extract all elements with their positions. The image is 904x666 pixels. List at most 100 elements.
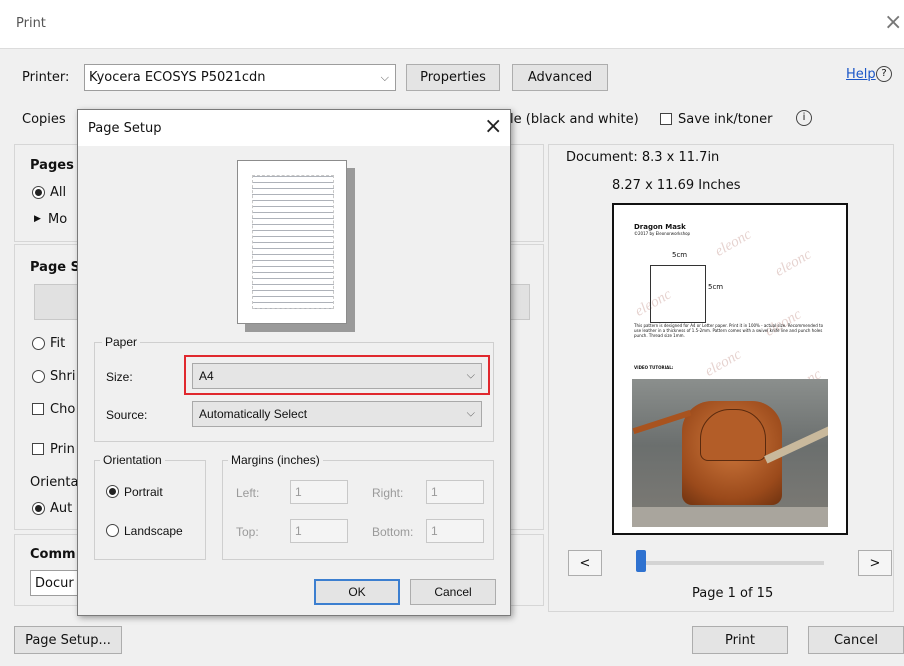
satchel-flap (700, 409, 766, 461)
page-sizing-label: Page S (30, 260, 80, 275)
choose-source-label: Cho (50, 402, 76, 417)
shrink-label: Shri (50, 369, 76, 384)
right-margin-label: Right: (372, 486, 404, 500)
cancel-label: Cancel (833, 632, 879, 648)
chevron-down-icon: ⌵ (466, 407, 475, 420)
all-label: All (50, 185, 67, 200)
fit-label: Fit (50, 336, 66, 351)
top-margin-field[interactable]: 1 (290, 519, 348, 543)
properties-button[interactable]: Properties (406, 64, 500, 91)
portrait-label: Portrait (124, 485, 163, 499)
bottom-margin-label: Bottom: (372, 525, 414, 539)
wood-base (632, 507, 828, 527)
choose-source-checkbox[interactable] (32, 403, 44, 415)
doc-text: This pattern is designed for A4 or Lette… (634, 323, 824, 338)
landscape-label: Landscape (124, 524, 183, 538)
info-icon[interactable]: i (796, 110, 812, 126)
shrink-radio[interactable] (32, 370, 45, 383)
dialog-title-bar: Page Setup × (78, 110, 510, 146)
top-margin-value: 1 (295, 524, 302, 538)
more-options-icon[interactable]: ▶ (34, 214, 41, 224)
source-value: Automatically Select (199, 407, 308, 421)
printer-select[interactable]: Kyocera ECOSYS P5021cdn ⌵ (84, 64, 396, 91)
auto-orientation-label: Aut (50, 501, 73, 516)
chevron-down-icon: ⌵ (380, 70, 389, 84)
watermark: eleonc (772, 246, 815, 280)
left-margin-field[interactable]: 1 (290, 480, 348, 504)
advanced-button[interactable]: Advanced (512, 64, 608, 91)
help-link[interactable]: Help (846, 67, 876, 82)
left-margin-label: Left: (236, 486, 260, 500)
page-status: Page 1 of 15 (692, 586, 774, 601)
portrait-radio[interactable] (106, 485, 119, 498)
all-radio[interactable] (32, 186, 45, 199)
page-setup-button[interactable]: Page Setup... (14, 626, 122, 654)
next-page-button[interactable]: > (858, 550, 892, 576)
doc-subtitle: ©2017 by Eleonorworkshop (634, 231, 691, 236)
page-thumbnail (237, 160, 347, 324)
pattern-square (650, 265, 706, 323)
print-button[interactable]: Print (692, 626, 788, 654)
watermark: eleonc (712, 226, 755, 260)
printer-value: Kyocera ECOSYS P5021cdn (89, 70, 266, 85)
ok-button[interactable]: OK (314, 579, 400, 605)
comments-label: Comm (30, 547, 76, 562)
cancel-button[interactable]: Cancel (808, 626, 904, 654)
orientation-group (94, 460, 206, 560)
grayscale-label: le (black and white) (510, 112, 639, 127)
booklet-button[interactable] (508, 284, 530, 320)
right-margin-field[interactable]: 1 (426, 480, 484, 504)
dialog-cancel-label: Cancel (434, 585, 472, 599)
top-margin-label: Top: (236, 525, 259, 539)
print-label: Print (725, 632, 755, 648)
orientation-group-label: Orientation (100, 453, 165, 467)
auto-orientation-radio[interactable] (32, 502, 45, 515)
paper-group-label: Paper (102, 335, 141, 349)
print-on-both-label: Prin (50, 442, 75, 457)
advanced-label: Advanced (527, 70, 593, 85)
properties-label: Properties (420, 70, 486, 85)
bottom-margin-value: 1 (431, 524, 438, 538)
size-highlight (184, 355, 490, 395)
dialog-cancel-button[interactable]: Cancel (410, 579, 496, 605)
close-icon[interactable]: × (884, 10, 902, 35)
dialog-title: Page Setup (88, 121, 162, 136)
right-margin-value: 1 (431, 485, 438, 499)
fit-radio[interactable] (32, 337, 45, 350)
printer-label: Printer: (22, 70, 70, 85)
prev-page-button[interactable]: < (568, 550, 602, 576)
source-select[interactable]: Automatically Select ⌵ (192, 401, 482, 427)
print-on-both-checkbox[interactable] (32, 443, 44, 455)
source-label: Source: (106, 408, 148, 422)
ok-label: OK (348, 585, 366, 599)
left-margin-value: 1 (295, 485, 302, 499)
paper-size-label: 8.27 x 11.69 Inches (612, 178, 741, 193)
save-ink-checkbox[interactable] (660, 113, 672, 125)
dim-top-label: 5cm (672, 251, 688, 259)
margins-group-label: Margins (inches) (228, 453, 323, 467)
help-icon[interactable]: ? (876, 66, 892, 82)
margins-group (222, 460, 494, 560)
orientation-label: Orienta (30, 475, 79, 490)
bottom-margin-field[interactable]: 1 (426, 519, 484, 543)
page-slider-thumb[interactable] (636, 550, 646, 572)
size-label: Size: (106, 370, 133, 384)
next-icon: > (869, 555, 881, 571)
more-options-label: Mo (48, 212, 68, 227)
copies-label: Copies (22, 112, 66, 127)
doc-title: Dragon Mask (634, 223, 686, 231)
dialog-close-icon[interactable]: × (484, 114, 502, 139)
prev-icon: < (579, 555, 591, 571)
title-bar: Print × (0, 0, 904, 49)
dim-side-label: 5cm (708, 283, 724, 291)
thumbnail-lines (252, 175, 334, 309)
preview-page: eleonc eleonc eleonc eleonc eleonc eleon… (612, 203, 848, 535)
landscape-radio[interactable] (106, 524, 119, 537)
video-label: VIDEO TUTORIAL: (634, 365, 674, 370)
comments-value: Docur (35, 575, 74, 591)
window-title: Print (16, 16, 46, 31)
page-slider-track[interactable] (636, 561, 824, 565)
product-photo (632, 379, 828, 527)
page-setup-label: Page Setup... (25, 632, 111, 648)
save-ink-label: Save ink/toner (678, 112, 773, 127)
